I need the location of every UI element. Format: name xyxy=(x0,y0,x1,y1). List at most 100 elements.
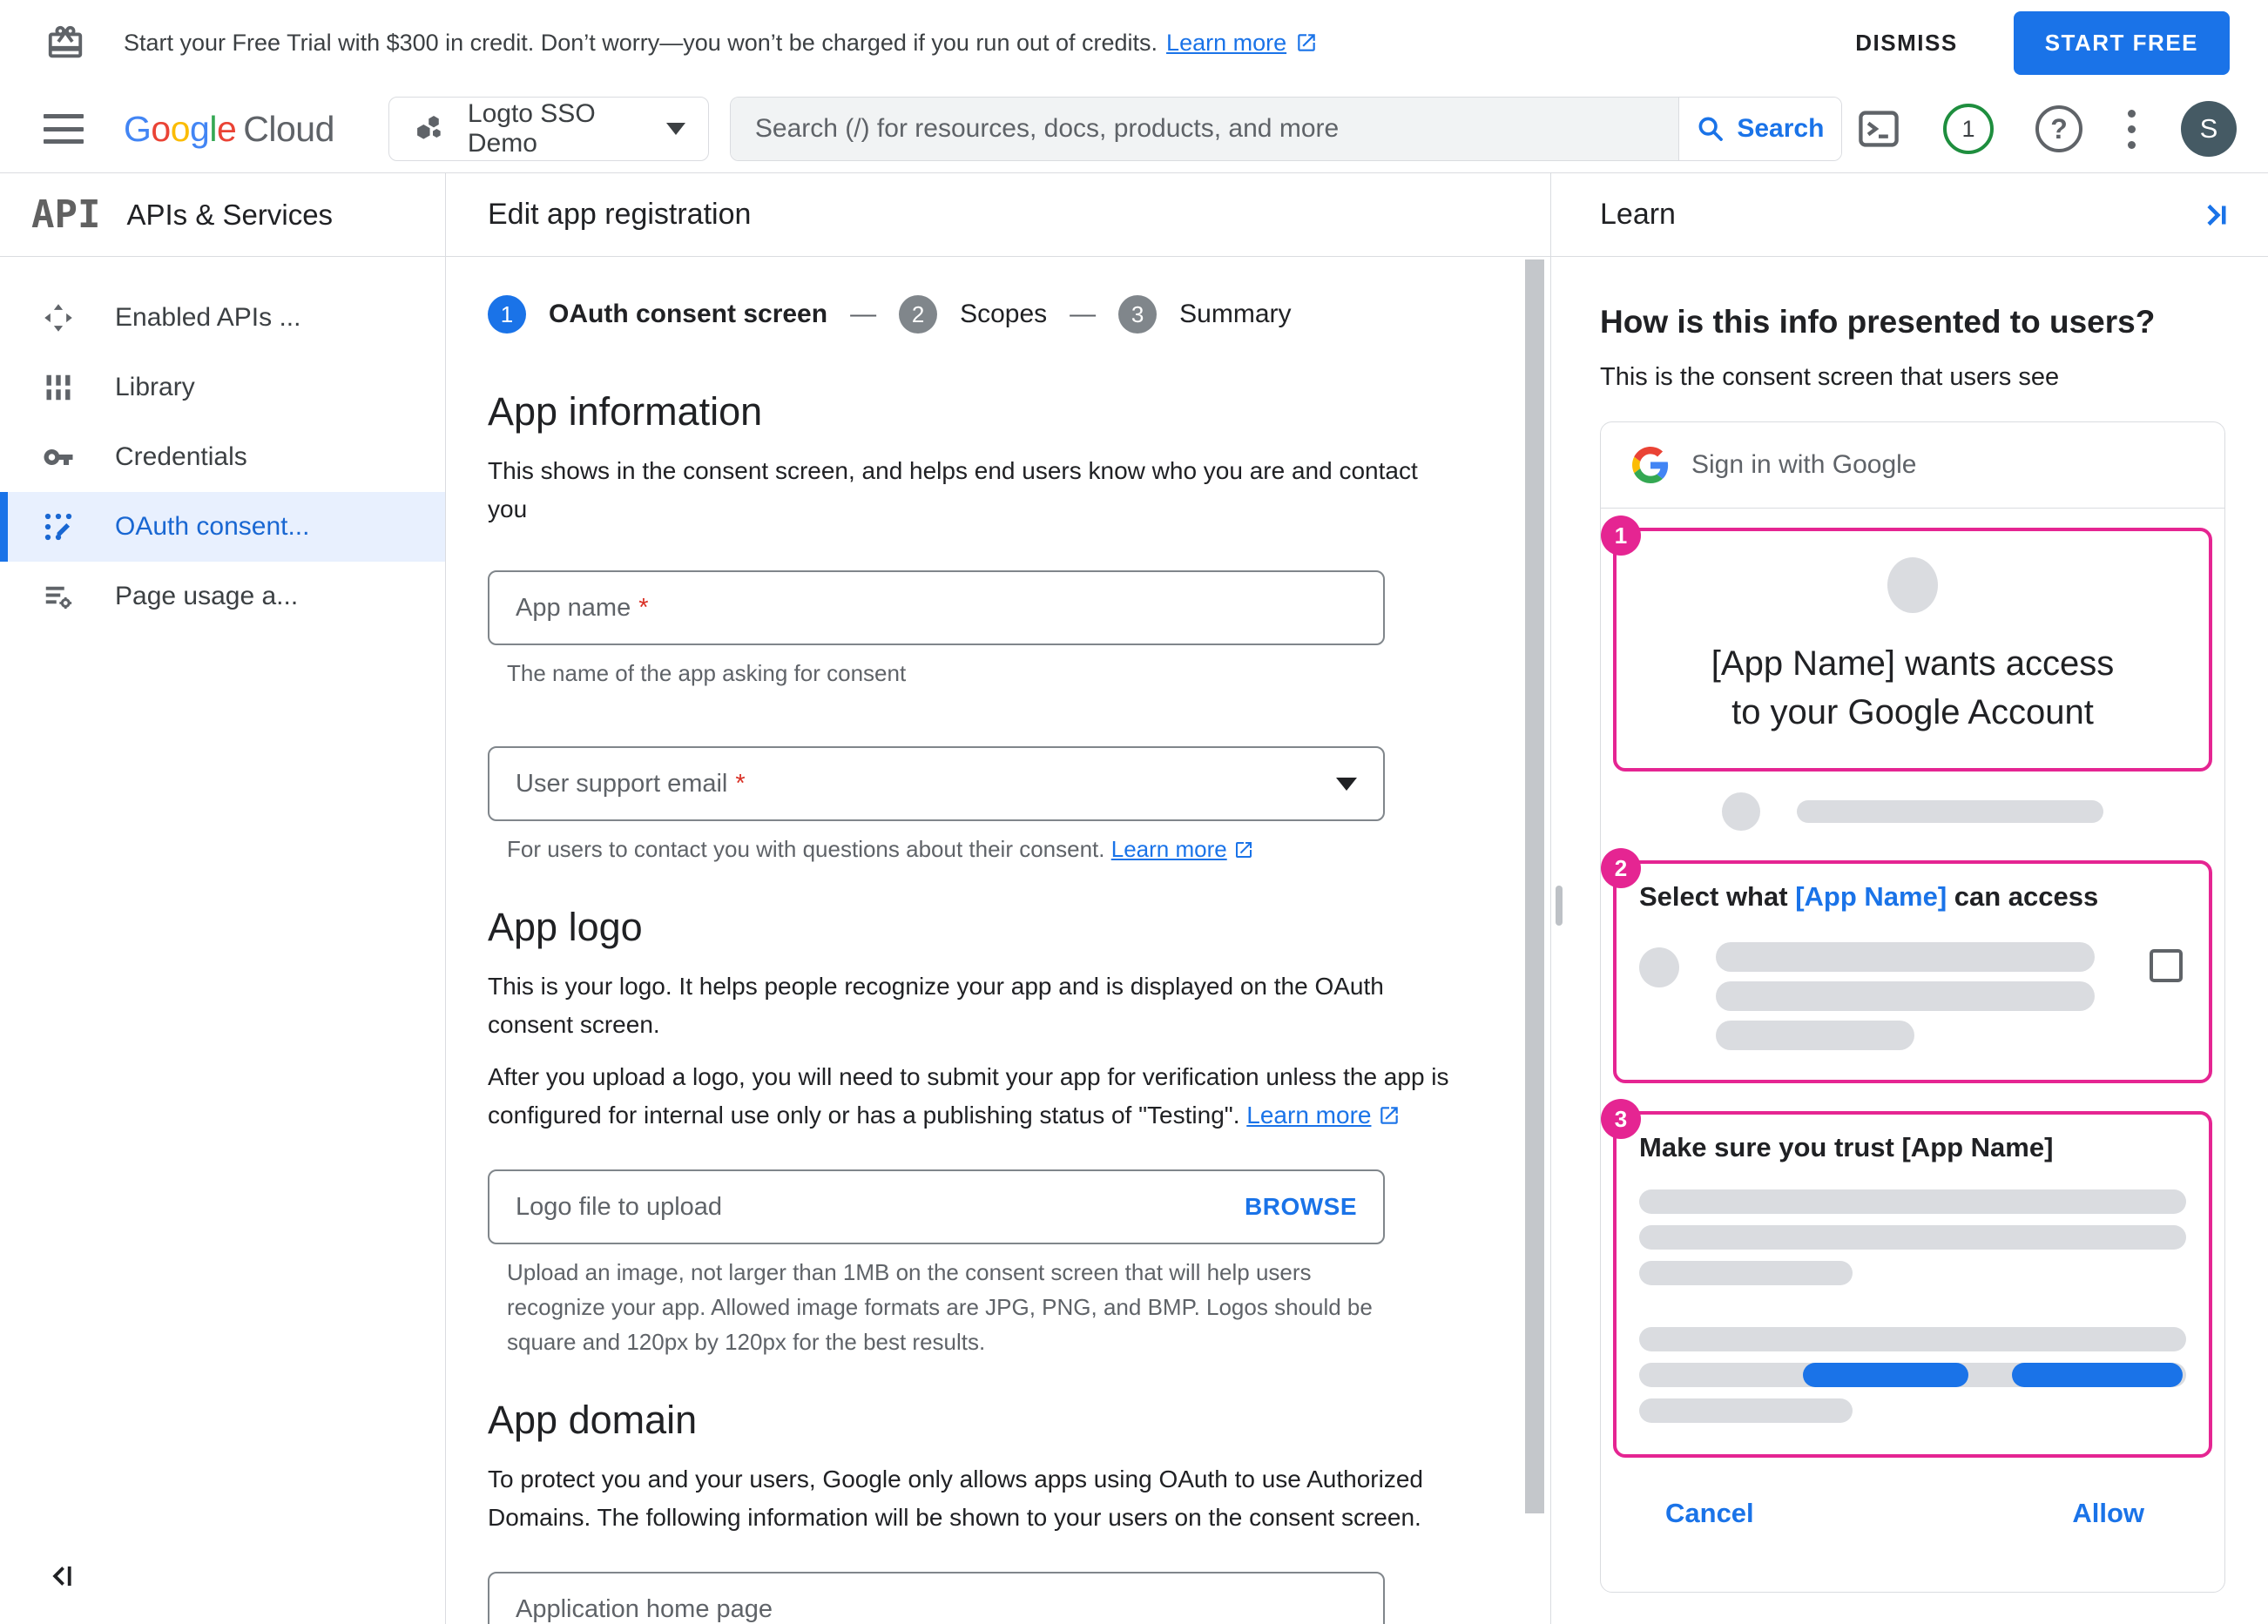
support-email-helper: For users to contact you with questions … xyxy=(507,832,1378,866)
sign-in-with-google-label: Sign in with Google xyxy=(1691,450,1917,479)
search-icon xyxy=(1696,114,1725,144)
main-scrollbar[interactable] xyxy=(1525,259,1544,1513)
step-3-circle[interactable]: 3 xyxy=(1118,295,1158,334)
user-support-email-field[interactable]: User support email * xyxy=(488,746,1385,821)
dismiss-button[interactable]: DISMISS xyxy=(1855,30,1957,57)
external-link-icon xyxy=(1295,31,1318,54)
page-title-bar: Edit app registration xyxy=(446,173,1550,257)
application-home-page-field[interactable]: Application home page xyxy=(488,1572,1385,1624)
scope-icon-placeholder xyxy=(1639,947,1679,987)
learn-panel: Learn How is this info presented to user… xyxy=(1550,173,2268,1624)
free-trial-banner: Start your Free Trial with $300 in credi… xyxy=(0,0,2268,85)
chevron-down-icon xyxy=(665,123,685,135)
top-bar: Google Cloud Logto SSO Demo Search (/) f… xyxy=(0,85,2268,173)
consent-title-placeholder: [App Name] wants access to your Google A… xyxy=(1711,644,2115,731)
app-name-field[interactable]: App name * xyxy=(488,570,1385,645)
app-logo-heading: App logo xyxy=(488,905,643,949)
enabled-apis-icon xyxy=(42,302,75,334)
oauth-consent-icon xyxy=(42,511,75,542)
notifications-badge[interactable]: 1 xyxy=(1943,104,1994,154)
learn-subheading: This is the consent screen that users se… xyxy=(1600,363,2060,391)
consent-preview-header: Sign in with Google xyxy=(1601,422,2224,509)
user-identity-placeholder xyxy=(1613,792,2212,831)
project-selector[interactable]: Logto SSO Demo xyxy=(388,97,709,161)
help-icon[interactable]: ? xyxy=(2035,105,2082,152)
menu-icon[interactable] xyxy=(44,114,84,144)
step-2-label[interactable]: Scopes xyxy=(960,300,1047,329)
search-input[interactable] xyxy=(730,114,1678,144)
library-icon xyxy=(42,372,75,403)
sidebar-item-library[interactable]: Library xyxy=(0,353,445,422)
app-logo-learn-more-link[interactable]: Learn more xyxy=(1246,1102,1371,1129)
scopes-title-placeholder: Select what [App Name] can access xyxy=(1639,881,2099,912)
placeholder-bar xyxy=(1716,942,2095,972)
annotation-box-3: 3 Make sure you trust [App Name] xyxy=(1601,1099,2212,1458)
placeholder-bar xyxy=(1716,981,2095,1011)
google-g-icon xyxy=(1632,447,1669,483)
sidebar-item-credentials[interactable]: Credentials xyxy=(0,422,445,492)
collapse-learn-panel-icon[interactable] xyxy=(2198,199,2230,231)
user-email-placeholder-bar xyxy=(1797,800,2103,823)
allow-label: Allow xyxy=(2072,1498,2144,1528)
learn-title-bar: Learn xyxy=(1551,173,2268,257)
browse-button[interactable]: BROWSE xyxy=(1245,1193,1357,1221)
stepper: 1 OAuth consent screen — 2 Scopes — 3 Su… xyxy=(488,295,1446,334)
project-name: Logto SSO Demo xyxy=(467,99,596,158)
google-cloud-console: Start your Free Trial with $300 in credi… xyxy=(0,0,2268,1624)
avatar[interactable]: S xyxy=(2181,101,2237,157)
key-icon xyxy=(42,441,75,473)
link-placeholder-pill xyxy=(2012,1363,2183,1387)
annotation-box-2: 2 Select what [App Name] can access xyxy=(1601,848,2212,1083)
api-logo: API xyxy=(31,192,101,237)
start-free-button[interactable]: START FREE xyxy=(2013,10,2230,75)
step-1-circle[interactable]: 1 xyxy=(488,295,526,334)
annotation-badge-1: 1 xyxy=(1601,516,1641,556)
consent-screen-preview: Sign in with Google 1 [App Name] wants a… xyxy=(1600,421,2225,1593)
required-asterisk: * xyxy=(638,593,649,622)
learn-title: Learn xyxy=(1600,198,1676,231)
more-options-icon[interactable] xyxy=(2124,106,2139,152)
learn-content: How is this info presented to users? Thi… xyxy=(1551,257,2268,1624)
consent-actions-placeholder: Cancel Allow xyxy=(1613,1458,2212,1529)
step-connector: — xyxy=(1070,300,1097,328)
required-asterisk: * xyxy=(735,769,746,798)
global-search: Search xyxy=(729,97,1842,161)
cloud-shell-icon[interactable] xyxy=(1856,106,1901,152)
app-logo-placeholder xyxy=(1887,557,1938,613)
link-placeholder-pill xyxy=(1803,1363,1968,1387)
edit-app-registration-form: 1 OAuth consent screen — 2 Scopes — 3 Su… xyxy=(446,257,1550,1624)
banner-learn-more-link[interactable]: Learn more xyxy=(1166,30,1286,57)
gift-icon xyxy=(45,23,85,63)
search-button[interactable]: Search xyxy=(1677,98,1841,160)
google-cloud-logo[interactable]: Google Cloud xyxy=(124,109,334,150)
placeholder-bar xyxy=(1639,1261,1853,1285)
dropdown-caret-icon[interactable] xyxy=(1336,777,1357,791)
logo-upload-field[interactable]: Logo file to upload BROWSE xyxy=(488,1169,1385,1244)
placeholder-bar xyxy=(1639,1225,2186,1250)
search-field-zone[interactable] xyxy=(730,98,1678,160)
step-2-circle[interactable]: 2 xyxy=(899,295,938,334)
placeholder-bar xyxy=(1639,1327,2186,1351)
banner-message: Start your Free Trial with $300 in credi… xyxy=(124,30,1318,57)
app-logo-description-2: After you upload a logo, you will need t… xyxy=(488,1063,1449,1129)
placeholder-bar xyxy=(1639,1189,2186,1214)
sidebar-item-oauth-consent[interactable]: OAuth consent... xyxy=(0,492,445,562)
sidebar-title: APIs & Services xyxy=(126,198,334,231)
scope-checkbox-placeholder xyxy=(2150,949,2183,982)
sidebar-nav: Enabled APIs ... Library Credentials OAu… xyxy=(0,257,445,1560)
panel-resize-handle[interactable] xyxy=(1556,886,1563,926)
step-3-label[interactable]: Summary xyxy=(1179,300,1291,329)
step-connector: — xyxy=(850,300,877,328)
main-panel: Edit app registration 1 OAuth consent sc… xyxy=(446,173,1550,1624)
app-domain-heading: App domain xyxy=(488,1398,698,1442)
project-hexagons-icon xyxy=(412,111,447,146)
app-information-heading: App information xyxy=(488,389,763,434)
step-1-label[interactable]: OAuth consent screen xyxy=(549,300,827,329)
user-avatar-placeholder xyxy=(1722,792,1760,831)
app-logo-description-1: This is your logo. It helps people recog… xyxy=(488,973,1384,1038)
support-email-learn-more-link[interactable]: Learn more xyxy=(1111,832,1227,866)
trust-title-placeholder: Make sure you trust [App Name] xyxy=(1639,1132,2054,1162)
sidebar-item-enabled-apis[interactable]: Enabled APIs ... xyxy=(0,283,445,353)
sidebar-item-page-usage[interactable]: Page usage a... xyxy=(0,562,445,631)
collapse-sidebar-icon[interactable] xyxy=(0,1560,445,1624)
